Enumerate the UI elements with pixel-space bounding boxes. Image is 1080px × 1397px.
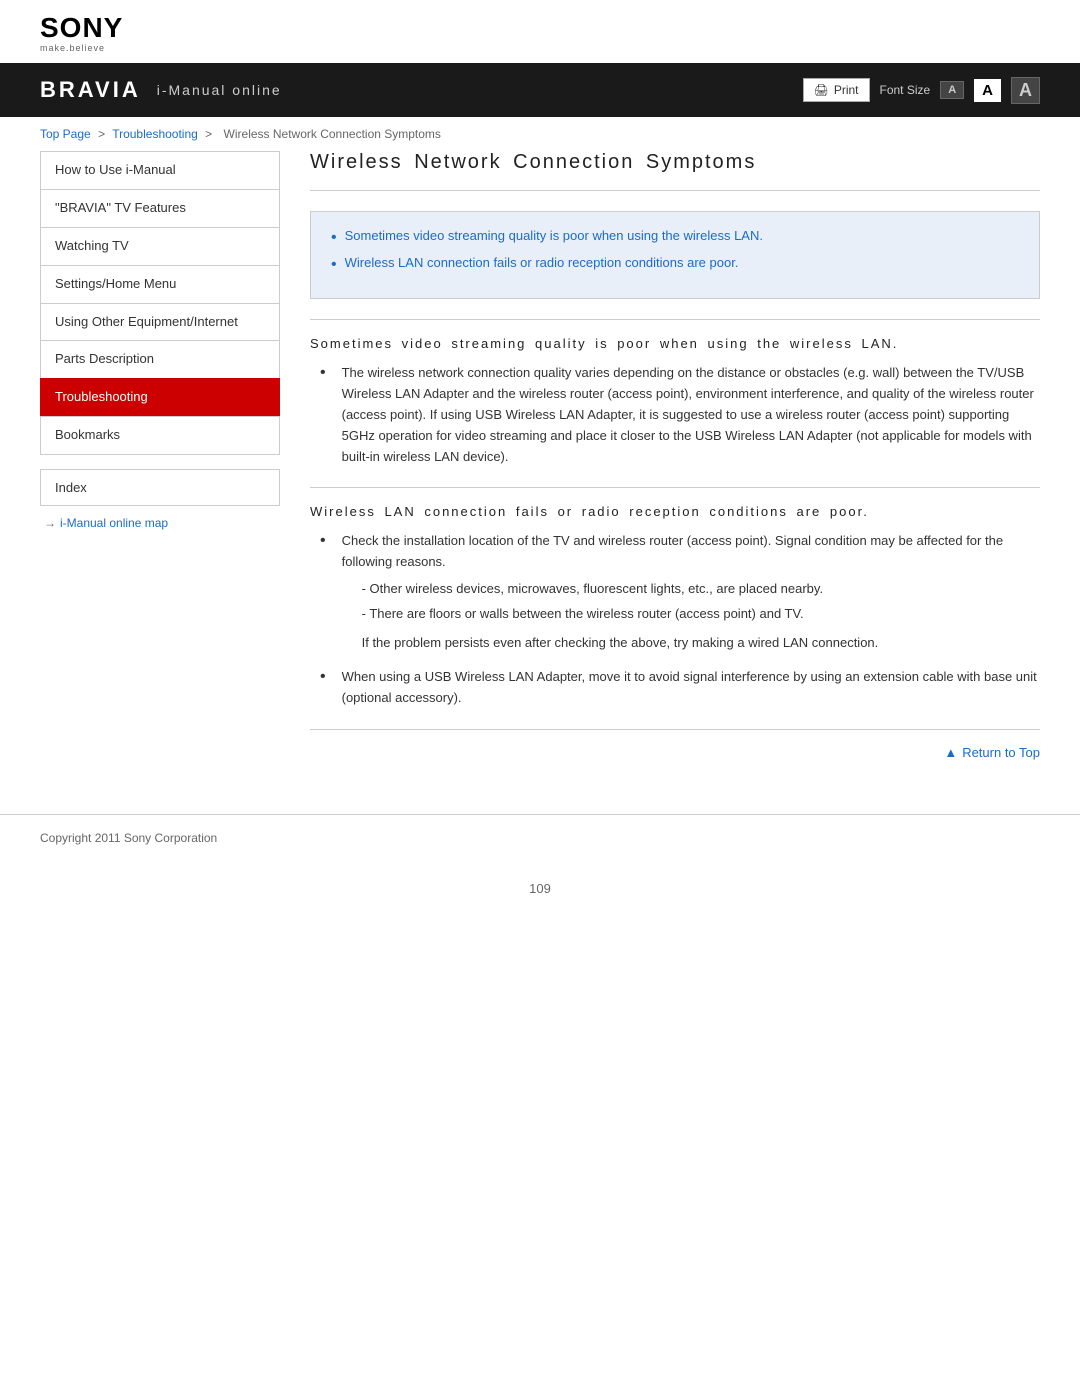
sub-item-2: - There are floors or walls between the … bbox=[362, 604, 1040, 625]
page-number: 109 bbox=[0, 861, 1080, 906]
sidebar-item-watching-tv[interactable]: Watching TV bbox=[40, 227, 280, 265]
sub-list: - Other wireless devices, microwaves, fl… bbox=[362, 579, 1040, 653]
return-to-top-link[interactable]: ▲ Return to Top bbox=[944, 745, 1040, 760]
sidebar-item-bookmarks[interactable]: Bookmarks bbox=[40, 416, 280, 455]
bravia-logo: BRAVIA bbox=[40, 77, 141, 103]
sidebar-item-how-to-use[interactable]: How to Use i-Manual bbox=[40, 151, 280, 189]
navbar: BRAVIA i-Manual online 🖨 Print Font Size… bbox=[0, 63, 1080, 117]
print-icon: 🖨 bbox=[814, 83, 829, 97]
breadcrumb: Top Page > Troubleshooting > Wireless Ne… bbox=[0, 117, 1080, 151]
breadcrumb-current: Wireless Network Connection Symptoms bbox=[224, 127, 441, 141]
section1-title: Sometimes video streaming quality is poo… bbox=[310, 319, 1040, 351]
breadcrumb-troubleshooting[interactable]: Troubleshooting bbox=[112, 127, 198, 141]
list-item: When using a USB Wireless LAN Adapter, m… bbox=[320, 667, 1040, 709]
triangle-up-icon: ▲ bbox=[944, 745, 957, 760]
navbar-actions: 🖨 Print Font Size A A A bbox=[803, 77, 1040, 104]
sidebar-item-bravia-features[interactable]: "BRAVIA" TV Features bbox=[40, 189, 280, 227]
section1: Sometimes video streaming quality is poo… bbox=[310, 319, 1040, 467]
summary-link-2[interactable]: Wireless LAN connection fails or radio r… bbox=[345, 255, 739, 270]
font-large-button[interactable]: A bbox=[1011, 77, 1040, 104]
sidebar-item-parts-description[interactable]: Parts Description bbox=[40, 340, 280, 378]
content-area: Wireless Network Connection Symptoms Som… bbox=[310, 151, 1040, 814]
copyright-text: Copyright 2011 Sony Corporation bbox=[40, 831, 217, 845]
header: SONY make.believe bbox=[0, 0, 1080, 63]
sidebar-item-settings-home[interactable]: Settings/Home Menu bbox=[40, 265, 280, 303]
arrow-icon: → bbox=[44, 516, 56, 530]
sidebar-item-using-other[interactable]: Using Other Equipment/Internet bbox=[40, 303, 280, 341]
navbar-brand: BRAVIA i-Manual online bbox=[40, 77, 282, 103]
section2-bullet-2: When using a USB Wireless LAN Adapter, m… bbox=[342, 667, 1040, 709]
page-title: Wireless Network Connection Symptoms bbox=[310, 151, 1040, 191]
summary-box: Sometimes video streaming quality is poo… bbox=[310, 211, 1040, 299]
sony-logo: SONY make.believe bbox=[40, 14, 1040, 53]
print-button[interactable]: 🖨 Print bbox=[803, 78, 870, 102]
section2-title: Wireless LAN connection fails or radio r… bbox=[310, 487, 1040, 519]
section2-bullet-1: Check the installation location of the T… bbox=[342, 533, 1003, 569]
breadcrumb-sep1: > bbox=[98, 127, 105, 141]
section1-content: The wireless network connection quality … bbox=[310, 363, 1040, 467]
summary-list-item: Wireless LAN connection fails or radio r… bbox=[331, 255, 1019, 274]
return-to-top-bar: ▲ Return to Top bbox=[310, 729, 1040, 774]
font-size-label: Font Size bbox=[880, 83, 931, 97]
summary-link-1[interactable]: Sometimes video streaming quality is poo… bbox=[345, 228, 763, 243]
sidebar-item-troubleshooting[interactable]: Troubleshooting bbox=[40, 378, 280, 416]
sidebar: How to Use i-Manual "BRAVIA" TV Features… bbox=[40, 151, 280, 814]
imanual-map-link[interactable]: → i-Manual online map bbox=[40, 506, 280, 540]
list-item: Check the installation location of the T… bbox=[320, 531, 1040, 657]
breadcrumb-sep2: > bbox=[205, 127, 212, 141]
breadcrumb-top-page[interactable]: Top Page bbox=[40, 127, 91, 141]
main-layout: How to Use i-Manual "BRAVIA" TV Features… bbox=[0, 151, 1080, 814]
sub-item-note: If the problem persists even after check… bbox=[362, 633, 1040, 654]
section1-bullet-1: The wireless network connection quality … bbox=[342, 363, 1040, 467]
section2: Wireless LAN connection fails or radio r… bbox=[310, 487, 1040, 709]
section1-list: The wireless network connection quality … bbox=[320, 363, 1040, 467]
imanual-subtitle: i-Manual online bbox=[157, 82, 282, 98]
sub-item-1: - Other wireless devices, microwaves, fl… bbox=[362, 579, 1040, 600]
section2-list: Check the installation location of the T… bbox=[320, 531, 1040, 709]
font-medium-button[interactable]: A bbox=[974, 79, 1001, 102]
summary-list: Sometimes video streaming quality is poo… bbox=[331, 228, 1019, 274]
font-small-button[interactable]: A bbox=[940, 81, 964, 99]
summary-list-item: Sometimes video streaming quality is poo… bbox=[331, 228, 1019, 247]
sidebar-index[interactable]: Index bbox=[40, 469, 280, 506]
footer: Copyright 2011 Sony Corporation bbox=[0, 814, 1080, 861]
section2-content: Check the installation location of the T… bbox=[310, 531, 1040, 709]
list-item: The wireless network connection quality … bbox=[320, 363, 1040, 467]
